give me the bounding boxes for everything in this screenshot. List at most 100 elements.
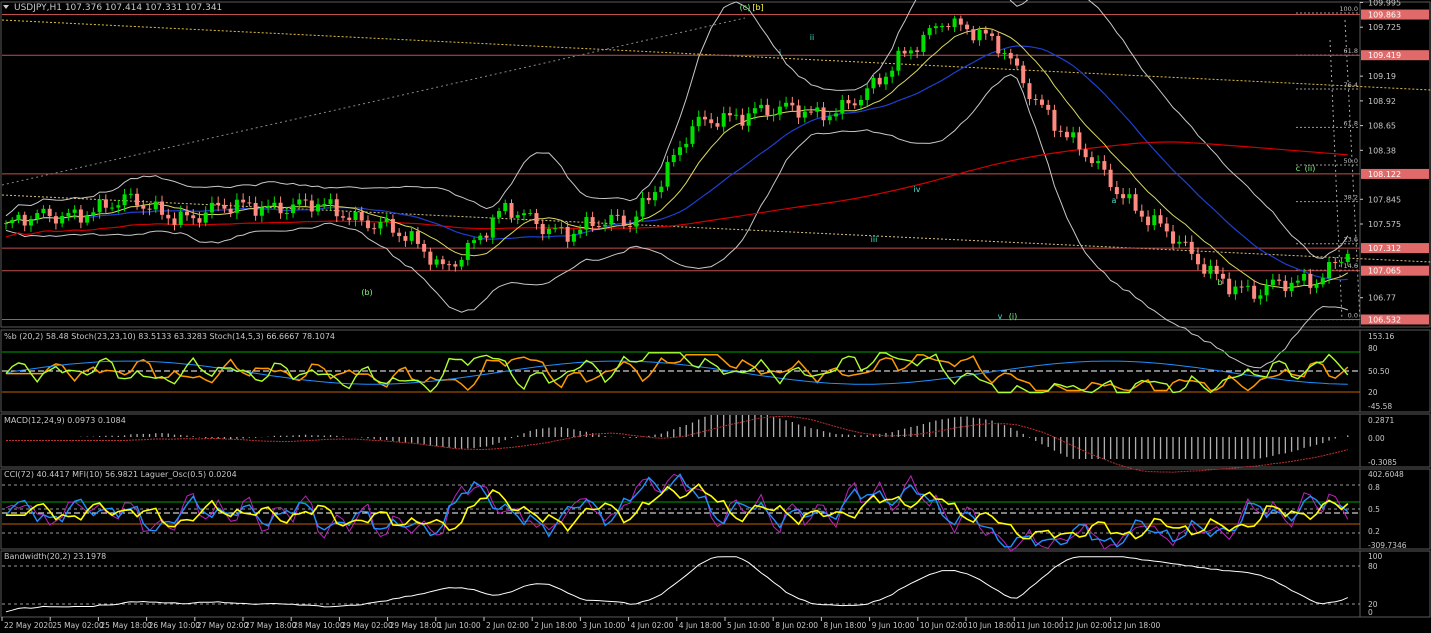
candle-body [78,209,83,223]
candle-body [409,231,414,241]
bandwidth-panel[interactable]: Bandwidth(20,2) 23.1978 10080200 [2,552,1383,617]
candle-body [1270,279,1275,286]
time-tick-label: 28 May 10:00 [293,621,345,630]
bw-tick-label: 100 [1368,552,1383,561]
candle-body [228,208,233,213]
chart-panels [0,1,1431,618]
candle-body [110,207,115,209]
candle-body [1002,53,1007,55]
wave-label: v [998,312,1003,321]
cci-tick-label: -309.7346 [1368,541,1407,550]
candle-body [1027,83,1032,100]
candle-body [834,113,839,117]
stoch-tick-label: 20 [1368,388,1378,397]
stochastic-panel[interactable]: %b (20,2) 58.48 Stoch(23,23,10) 83.5133 … [2,332,1394,411]
candle-body [1245,285,1250,287]
stoch-title: %b (20,2) 58.48 Stoch(23,23,10) 83.5133 … [4,332,335,341]
candle-body [153,201,158,210]
candle-body [1114,187,1119,195]
candle-body [497,211,502,218]
stoch-tick-label: -45.58 [1368,402,1392,411]
candle-body [1202,264,1207,274]
wave-label: iii [871,235,878,244]
candle-body [472,240,477,243]
candle-body [1233,286,1238,295]
candle-body [815,107,820,112]
time-tick-label: 29 May 02:00 [341,621,393,630]
candle-body [715,123,720,127]
candle-body [702,116,707,120]
candle-body [1102,161,1107,170]
stoch-tick-label: 80 [1368,344,1378,353]
fib-label: 0.0 [1348,312,1358,320]
candle-body [1096,161,1101,164]
candle-body [490,217,495,238]
candle-body [160,201,165,215]
cci-tick-label: 402.6048 [1368,470,1404,479]
macd-panel[interactable]: MACD(12,24,9) 0.0973 0.1084 0.2871 0.00 -0… [4,415,1397,473]
time-tick-label: 3 Jun 10:00 [582,621,625,630]
candle-body [222,204,227,209]
candle-body [1339,261,1344,263]
candle-body [977,29,982,41]
price-panel[interactable]: 100.061.876.461.850.038.223.614.60.0 109… [1,0,1431,369]
candle-body [247,202,252,204]
time-tick-label: 4 Jun 18:00 [679,621,722,630]
candle-body [553,228,558,230]
cci-tick-label: 0.8 [1368,483,1380,492]
candle-body [172,218,177,225]
candle-body [946,25,951,28]
macd-tick-label: 0.2871 [1368,416,1394,425]
candle-body [971,29,976,41]
candle-body [216,202,221,205]
candle-body [47,208,52,217]
symbol-menu-icon[interactable] [3,5,9,9]
candle-body [540,224,545,235]
candle-body [515,215,520,218]
time-tick-label: 8 Jun 02:00 [775,621,818,630]
candle-body [996,35,1001,54]
time-tick-label: 1 Jun 10:00 [438,621,481,630]
candle-body [858,99,863,106]
wave-label: ii [810,33,814,42]
cci-panel[interactable]: CCI(72) 40.4417 MFI(10) 56.9821 Laguer_O… [2,470,1407,553]
candle-body [478,235,483,241]
candle-body [734,114,739,116]
candle-body [915,50,920,52]
stoch-orange-line [6,354,1349,392]
candle-body [1289,282,1294,292]
candle-body [777,106,782,115]
candle-body [434,259,439,265]
candle-body [1033,99,1038,101]
grey-channel-line [1,17,746,186]
wave-label: c [1296,164,1300,173]
candle-body [503,202,508,212]
fib-label: 61.8 [1344,47,1358,55]
candle-body [802,111,807,118]
candle-body [877,77,882,85]
candle-body [784,102,789,107]
candle-body [259,207,264,216]
time-tick-label: 10 Jun 02:00 [920,621,968,630]
price-level-label: 109.419 [1368,51,1401,60]
candle-body [796,105,801,118]
time-tick-label: 25 May 18:00 [100,621,152,630]
candle-body [896,50,901,71]
candle-body [303,199,308,201]
candle-body [765,104,770,116]
candle-body [671,154,676,163]
fib-label: 50.0 [1344,157,1358,165]
candle-body [334,199,339,217]
price-tick-label: 109.725 [1368,23,1401,32]
candle-body [727,113,732,116]
candle-body [1183,241,1188,243]
trading-chart[interactable]: 100.061.876.461.850.038.223.614.60.0 109… [0,0,1431,633]
candle-body [1046,104,1051,110]
stoch-tick-label: 153.16 [1368,332,1394,341]
candle-body [266,205,271,208]
candle-body [952,18,957,28]
candle-body [790,102,795,106]
wave-label: [b] [752,3,763,12]
time-tick-label: 26 May 10:00 [149,621,201,630]
candle-body [1146,216,1151,226]
